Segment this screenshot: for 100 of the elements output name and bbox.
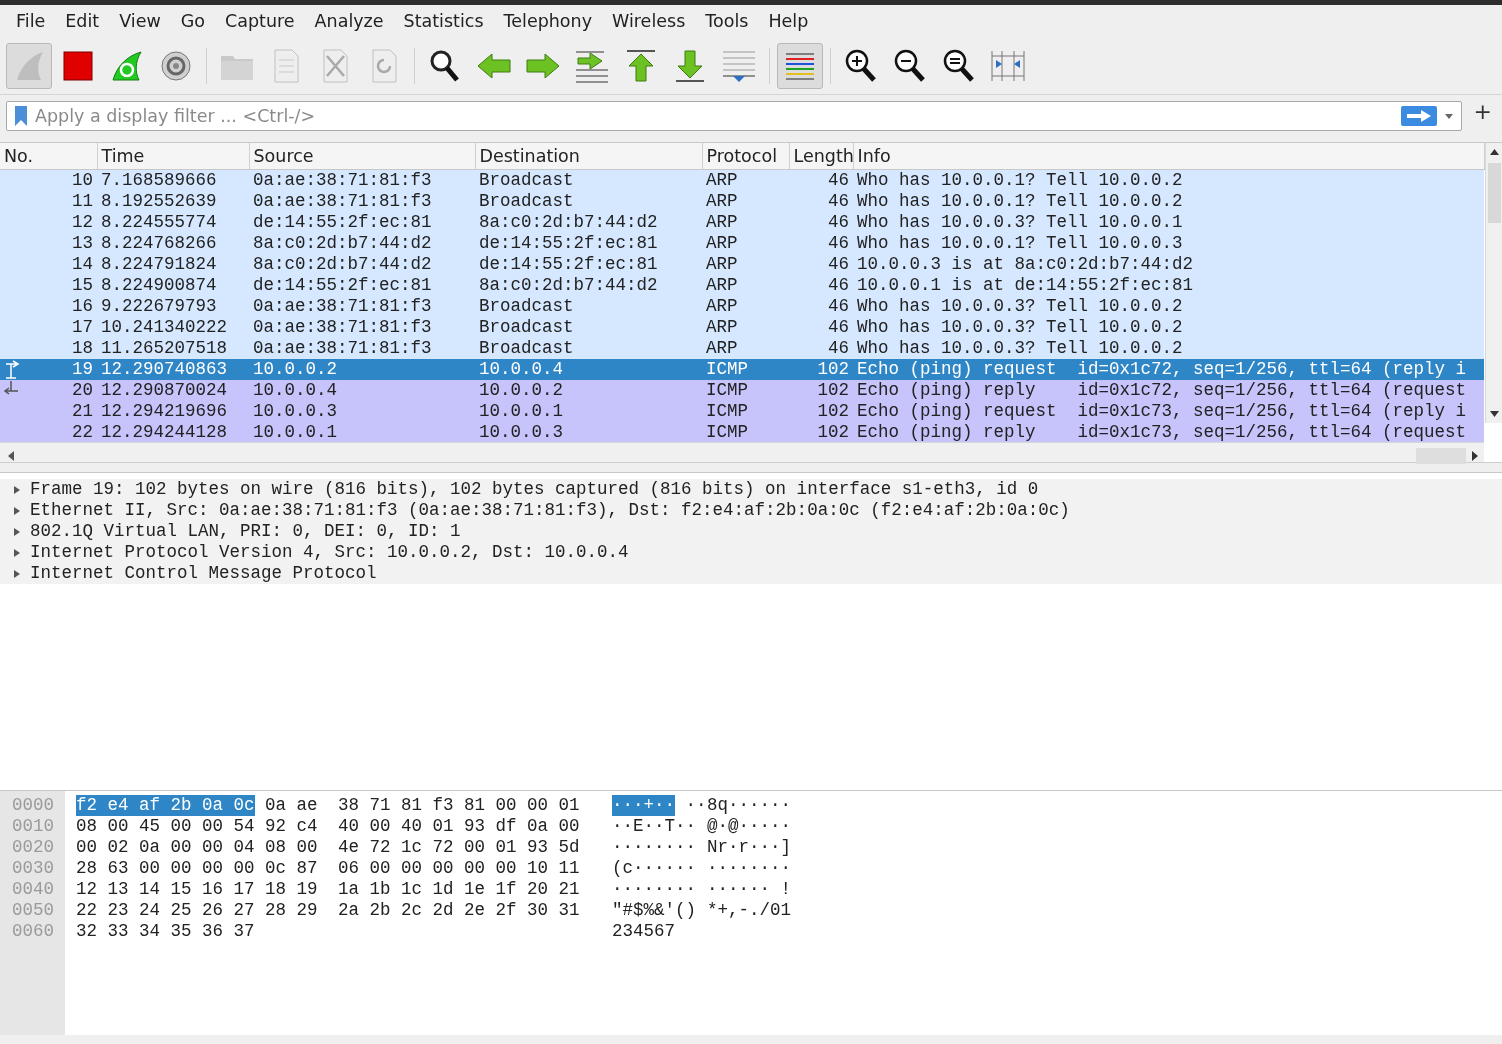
tree-label: Ethernet II, Src: 0a:ae:38:71:81:f3 (0a:ae:38:71:81:f3), Dst: f2:e4:af:2b:0a:0c (f2:e4:af:2b:0a:0c) (30, 500, 1070, 521)
ascii-text: ···+·· (612, 795, 675, 816)
table-cell: 10.0.0.3 is at 8a:c0:2d:b7:44:d2 (853, 254, 1484, 276)
colored-lines-button[interactable] (777, 43, 823, 89)
hex-bytes: 08 00 45 00 00 54 92 c4 (76, 816, 318, 837)
expander-icon[interactable] (12, 525, 22, 538)
menu-item[interactable]: Wireless (602, 5, 696, 38)
packet-row[interactable]: 22 12.294244128 10.0.0.1 10.0.0.3 ICMP 102 Echo (ping) reply id=0x1c73, seq=1/256, ttl=64 (request (0, 422, 1484, 444)
hex-bytes: 1a 1b 1c 1d 1e 1f 20 21 (338, 879, 580, 899)
table-cell: 46 (789, 317, 853, 339)
table-cell: 18 (0, 338, 97, 360)
tree-row[interactable]: Ethernet II, Src: 0a:ae:38:71:81:f3 (0a:ae:38:71:81:f3), Dst: f2:e4:af:2b:0a:0c (f2:e4:af:2b:0a:0c) (0, 500, 1502, 521)
menu-item[interactable]: Edit (55, 5, 110, 38)
table-cell: 7.168589666 (97, 169, 249, 192)
table-cell: Who has 10.0.0.3? Tell 10.0.0.1 (853, 212, 1484, 234)
tree-label: Internet Control Message Protocol (30, 563, 377, 584)
zoom-reset-icon (941, 48, 977, 84)
table-cell: 12 (0, 212, 97, 234)
add-filter-button[interactable]: + (1469, 101, 1496, 123)
menu-item[interactable]: Help (758, 5, 819, 38)
table-cell: 11.265207518 (97, 338, 249, 360)
table-cell: ARP (702, 169, 789, 192)
table-cell: 102 (789, 380, 853, 402)
expander-icon[interactable] (12, 567, 22, 580)
table-cell: 8.224900874 (97, 275, 249, 297)
table-cell: 46 (789, 275, 853, 297)
packet-row[interactable]: 17 10.241340222 0a:ae:38:71:81:f3 Broadcast ARP 46 Who has 10.0.0.3? Tell 10.0.0.2 (0, 317, 1484, 339)
table-cell: ICMP (702, 422, 789, 444)
hex-bytes: 38 71 81 f3 81 00 00 01 (338, 795, 580, 815)
zoom-in-icon (843, 48, 879, 84)
horizontal-scrollbar[interactable] (0, 442, 1484, 462)
table-cell: 21 (0, 401, 97, 423)
menu-item[interactable]: File (6, 5, 56, 38)
packet-row[interactable]: 13 8.224768266 8a:c0:2d:b7:44:d2 de:14:55:2f:ec:81 ARP 46 Who has 10.0.0.1? Tell 10.0.0.3 (0, 233, 1484, 255)
menu-item[interactable]: Telephony (493, 5, 603, 38)
column-header[interactable]: Info (853, 143, 1484, 170)
column-header[interactable]: Length (789, 143, 853, 170)
packet-row[interactable]: 12 8.224555774 de:14:55:2f:ec:81 8a:c0:2d:b7:44:d2 ARP 46 Who has 10.0.0.3? Tell 10.0.0.1 (0, 212, 1484, 234)
table-cell: 8.224768266 (97, 233, 249, 255)
menu-item[interactable]: Capture (215, 5, 305, 38)
menu-item[interactable]: Statistics (393, 5, 494, 38)
ascii-text: ········ (707, 858, 791, 878)
packet-row[interactable]: 14 8.224791824 8a:c0:2d:b7:44:d2 de:14:55:2f:ec:81 ARP 46 10.0.0.3 is at 8a:c0:2d:b7:44:d2 (0, 254, 1484, 276)
tree-label: Internet Protocol Version 4, Src: 10.0.0.2, Dst: 10.0.0.4 (30, 542, 629, 563)
table-cell: 11 (0, 191, 97, 213)
table-cell: 10 (0, 169, 97, 192)
hex-bytes: 0a ae (265, 795, 318, 816)
ascii-text: ··E··T·· (612, 816, 696, 837)
hex-bytes: 2a 2b 2c 2d 2e 2f 30 31 (338, 900, 580, 920)
table-cell: 8.224791824 (97, 254, 249, 276)
expander-icon[interactable] (12, 546, 22, 559)
column-header[interactable]: Destination (475, 143, 702, 170)
offset-label: 0060 (11, 921, 55, 942)
table-cell: 10.0.0.2 (249, 359, 475, 381)
tree-row[interactable]: Internet Protocol Version 4, Src: 10.0.0.2, Dst: 10.0.0.4 (0, 542, 1502, 563)
tree-row[interactable]: 802.1Q Virtual LAN, PRI: 0, DEI: 0, ID: 1 (0, 521, 1502, 542)
table-cell: ARP (702, 338, 789, 360)
hex-bytes: 22 23 24 25 26 27 28 29 (76, 900, 318, 921)
table-cell: 0a:ae:38:71:81:f3 (249, 191, 475, 213)
ascii-text: 8q······ (707, 795, 791, 815)
column-header[interactable]: Protocol (702, 143, 789, 170)
packet-row[interactable]: 15 8.224900874 de:14:55:2f:ec:81 8a:c0:2d:b7:44:d2 ARP 46 10.0.0.1 is at de:14:55:2f:ec:81 (0, 275, 1484, 297)
table-cell: 10.0.0.2 (475, 380, 702, 402)
tree-label: Frame 19: 102 bytes on wire (816 bits), 102 bytes captured (816 bits) on interface s1-eth3, id 0 (30, 479, 1039, 500)
menu-item[interactable]: Analyze (304, 5, 394, 38)
menu-item[interactable]: Tools (695, 5, 759, 38)
packet-row[interactable]: 21 12.294219696 10.0.0.3 10.0.0.1 ICMP 102 Echo (ping) request id=0x1c73, seq=1/256, ttl=64 (reply i (0, 401, 1484, 423)
tree-row[interactable]: Internet Control Message Protocol (0, 563, 1502, 584)
packet-row[interactable]: 18 11.265207518 0a:ae:38:71:81:f3 Broadcast ARP 46 Who has 10.0.0.3? Tell 10.0.0.2 (0, 338, 1484, 360)
table-cell: 12.290870024 (97, 380, 249, 402)
menu-item[interactable]: Go (170, 5, 215, 38)
table-cell: Broadcast (475, 191, 702, 213)
table-cell: 0a:ae:38:71:81:f3 (249, 296, 475, 318)
hex-bytes: 40 00 40 01 93 df 0a 00 (338, 816, 580, 836)
expander-icon[interactable] (12, 483, 22, 496)
column-header[interactable]: No. (0, 143, 97, 170)
packet-row[interactable]: 10 7.168589666 0a:ae:38:71:81:f3 Broadcast ARP 46 Who has 10.0.0.1? Tell 10.0.0.2 (0, 169, 1484, 192)
ascii-text: ········ (612, 879, 696, 900)
expander-icon[interactable] (12, 504, 22, 517)
table-cell: ICMP (702, 359, 789, 381)
table-cell: 0a:ae:38:71:81:f3 (249, 338, 475, 360)
menu-item[interactable]: View (109, 5, 171, 38)
offset-label: 0040 (11, 879, 55, 900)
packet-row[interactable]: 11 8.192552639 0a:ae:38:71:81:f3 Broadcast ARP 46 Who has 10.0.0.1? Tell 10.0.0.2 (0, 191, 1484, 213)
ascii-text: Nr·r···] (707, 837, 791, 857)
table-cell: 102 (789, 401, 853, 423)
packet-row[interactable]: 19 12.290740863 10.0.0.2 10.0.0.4 ICMP 102 Echo (ping) request id=0x1c72, seq=1/256, ttl=64 (reply i (0, 359, 1484, 381)
table-cell: de:14:55:2f:ec:81 (475, 254, 702, 276)
vertical-scrollbar[interactable] (1485, 143, 1502, 423)
table-cell: 46 (789, 296, 853, 318)
table-cell: Broadcast (475, 169, 702, 192)
tree-label: 802.1Q Virtual LAN, PRI: 0, DEI: 0, ID: 1 (30, 521, 461, 542)
column-header[interactable]: Source (249, 143, 475, 170)
table-cell: 46 (789, 338, 853, 360)
packet-row[interactable]: 16 9.222679793 0a:ae:38:71:81:f3 Broadcast ARP 46 Who has 10.0.0.3? Tell 10.0.0.2 (0, 296, 1484, 318)
zoom-out-icon (892, 48, 928, 84)
packet-row[interactable]: 20 12.290870024 10.0.0.4 10.0.0.2 ICMP 102 Echo (ping) reply id=0x1c72, seq=1/256, ttl=64 (request (0, 380, 1484, 402)
column-header[interactable]: Time (97, 143, 249, 170)
tree-row[interactable]: Frame 19: 102 bytes on wire (816 bits), 102 bytes captured (816 bits) on interface s1-eth3, id 0 (0, 479, 1502, 500)
hex-bytes: 28 63 00 00 00 00 0c 87 (76, 858, 318, 879)
